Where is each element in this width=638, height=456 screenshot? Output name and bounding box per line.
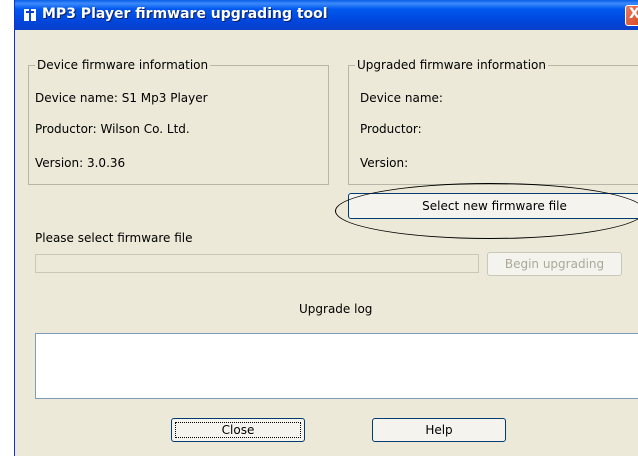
upgrade-log-label: Upgrade log — [299, 302, 373, 316]
select-firmware-label: Select new firmware file — [422, 199, 567, 213]
upgraded-device-name-text: Device name: — [360, 91, 443, 105]
help-button[interactable]: Help — [372, 418, 506, 442]
window-title: MP3 Player firmware upgrading tool — [42, 6, 328, 22]
upgrade-log-area[interactable] — [35, 333, 638, 399]
help-label: Help — [425, 423, 453, 437]
begin-upgrading-button[interactable]: Begin upgrading — [487, 252, 622, 276]
device-firmware-legend: Device firmware information — [37, 58, 209, 72]
dialog-window: MP3 Player firmware upgrading tool X Dev… — [14, 0, 638, 456]
title-bar[interactable]: MP3 Player firmware upgrading tool X — [15, 0, 638, 30]
upgraded-productor-text: Productor: — [360, 122, 422, 136]
app-icon — [24, 9, 38, 22]
firmware-file-field[interactable] — [35, 254, 479, 273]
productor-text: Productor: Wilson Co. Ltd. — [35, 122, 190, 136]
upgraded-firmware-legend: Upgraded firmware information — [357, 58, 546, 72]
select-firmware-button[interactable]: Select new firmware file — [348, 193, 638, 219]
select-file-label: Please select firmware file — [35, 231, 193, 245]
close-button[interactable]: Close — [171, 418, 305, 442]
focus-rectangle — [175, 422, 301, 438]
begin-upgrading-label: Begin upgrading — [504, 257, 605, 271]
close-icon: X — [629, 6, 638, 22]
device-name-text: Device name: S1 Mp3 Player — [35, 91, 208, 105]
version-text: Version: 3.0.36 — [35, 156, 126, 170]
upgraded-version-text: Version: — [360, 156, 409, 170]
window-close-button[interactable]: X — [625, 5, 638, 26]
